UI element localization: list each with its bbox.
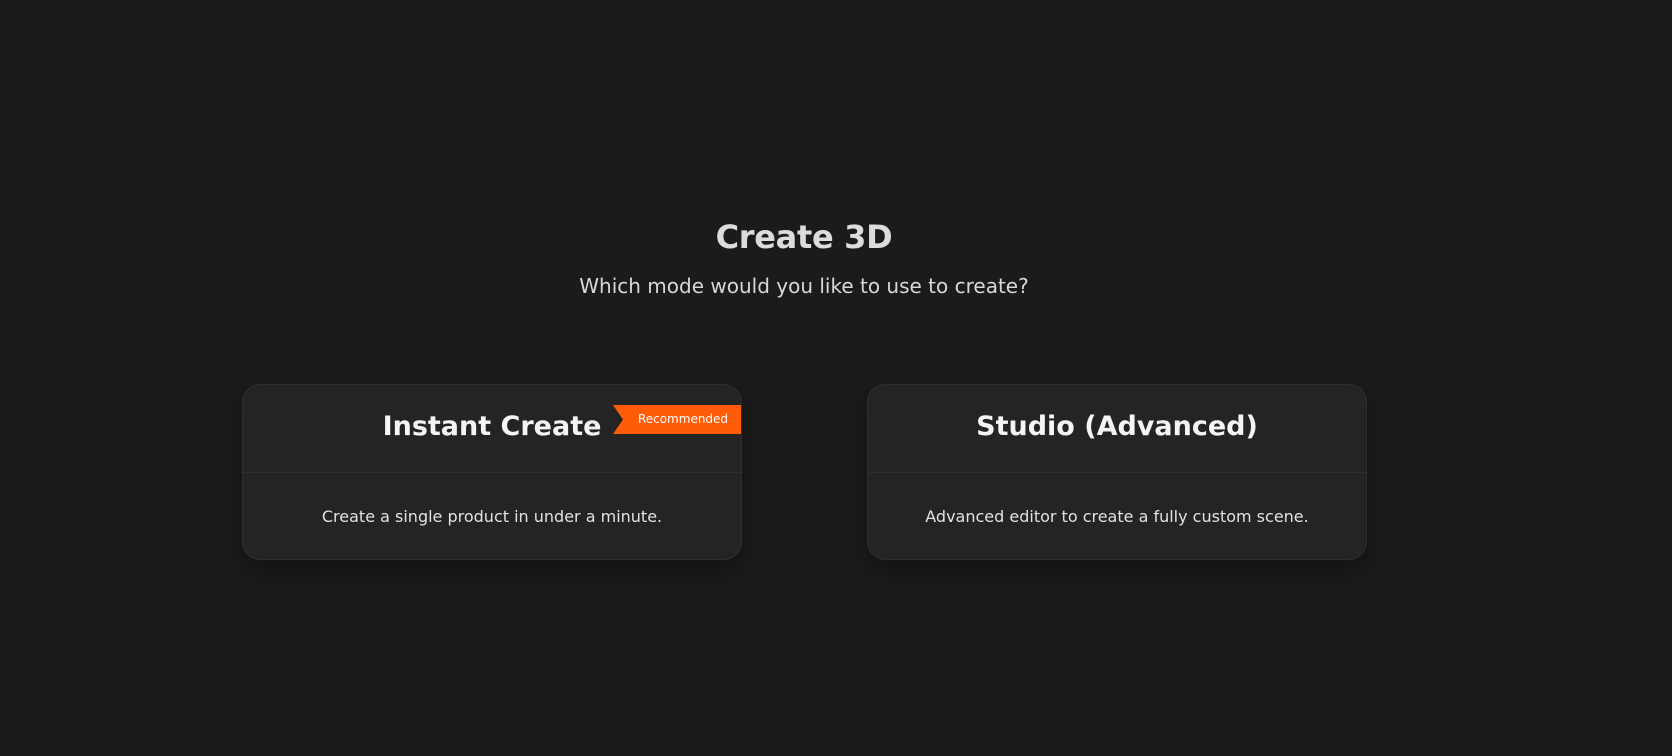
card-header: Studio (Advanced) — [868, 385, 1366, 473]
page-title: Create 3D — [715, 218, 893, 256]
badge-label: Recommended — [637, 412, 729, 426]
card-header: Instant Create Recommended — [243, 385, 741, 473]
instant-create-card[interactable]: Instant Create Recommended Create a sing… — [242, 384, 742, 560]
card-title: Studio (Advanced) — [976, 411, 1258, 442]
card-description: Advanced editor to create a fully custom… — [925, 507, 1309, 526]
page-subtitle: Which mode would you like to use to crea… — [579, 274, 1029, 298]
recommended-badge: Recommended — [613, 405, 741, 434]
create-3d-page: Create 3D Which mode would you like to u… — [0, 0, 1672, 756]
studio-advanced-card[interactable]: Studio (Advanced) Advanced editor to cre… — [867, 384, 1367, 560]
card-description: Create a single product in under a minut… — [321, 507, 663, 526]
